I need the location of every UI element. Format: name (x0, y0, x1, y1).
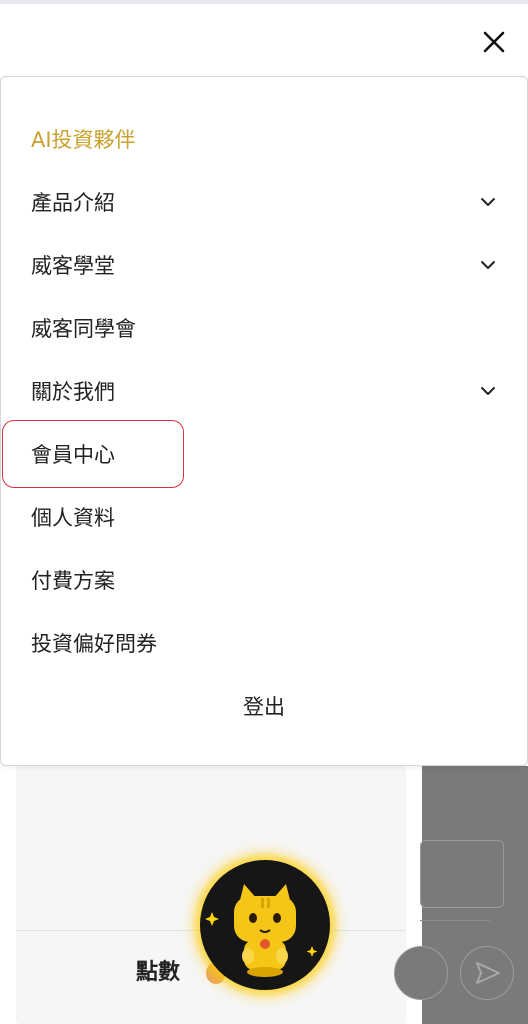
menu-item-label: 投資偏好問券 (31, 632, 157, 656)
menu-item-profile[interactable]: 個人資料 (31, 492, 497, 542)
menu-item-about-us[interactable]: 關於我們 (31, 366, 497, 416)
menu-item-label: 威客同學會 (31, 317, 136, 341)
chevron-down-icon (481, 261, 495, 269)
menu-item-label: 產品介紹 (31, 191, 115, 215)
chevron-down-icon (481, 387, 495, 395)
close-icon (483, 31, 505, 53)
menu-item-label: 會員中心 (31, 443, 115, 467)
send-button[interactable] (460, 946, 514, 1000)
menu-item-pricing-plans[interactable]: 付費方案 (31, 555, 497, 605)
chat-input[interactable] (420, 840, 504, 908)
divider-line (420, 920, 490, 921)
menu-item-label: 付費方案 (31, 569, 115, 593)
mascot-button[interactable] (200, 860, 330, 990)
points-label: 點數 (136, 960, 181, 985)
menu-item-academy[interactable]: 威客學堂 (31, 240, 497, 290)
menu-item-label: AI投資夥伴 (31, 128, 136, 152)
navigation-menu: AI投資夥伴 產品介紹 威客學堂 威客同學會 關於我們 會員中心 個人資料 付費… (0, 76, 528, 766)
menu-item-label: 個人資料 (31, 506, 115, 530)
menu-item-products[interactable]: 產品介紹 (31, 177, 497, 227)
top-bar (0, 0, 528, 76)
chevron-down-icon (481, 198, 495, 206)
menu-item-ai-partner[interactable]: AI投資夥伴 (31, 114, 497, 164)
menu-item-label: 關於我們 (31, 380, 115, 404)
cat-mascot-icon (205, 884, 318, 977)
send-icon (476, 962, 500, 984)
menu-item-member-center[interactable]: 會員中心 (31, 429, 497, 479)
logout-button[interactable]: 登出 (1, 681, 527, 731)
menu-item-label: 威客學堂 (31, 254, 115, 278)
action-button[interactable] (394, 946, 448, 1000)
menu-item-alumni[interactable]: 威客同學會 (31, 303, 497, 353)
menu-item-investment-questionnaire[interactable]: 投資偏好問券 (31, 618, 497, 668)
close-button[interactable] (480, 28, 508, 56)
